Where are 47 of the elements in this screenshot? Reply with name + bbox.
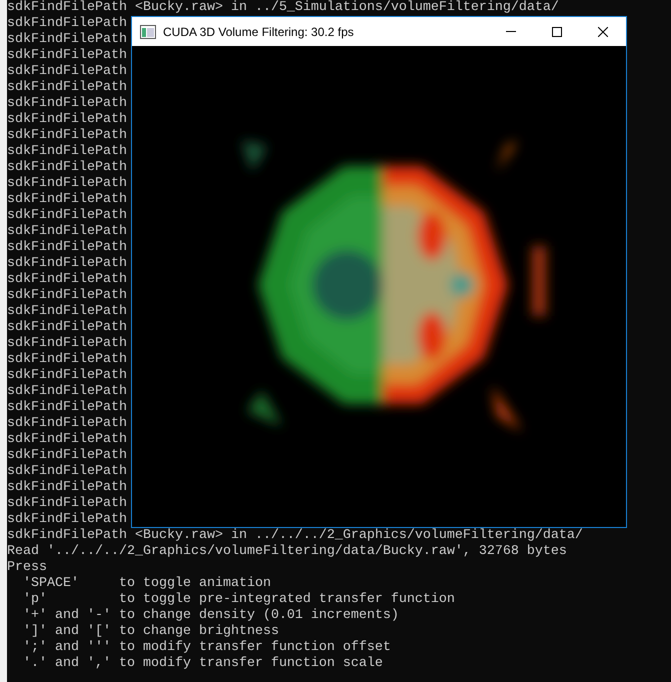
console-line: Press — [7, 560, 47, 576]
console-line: sdkFindFilePath — [7, 320, 127, 336]
console-line: sdkFindFilePath — [7, 272, 127, 288]
console-line: sdkFindFilePath — [7, 80, 127, 96]
close-icon — [598, 26, 608, 36]
console-line: sdkFindFilePath — [7, 448, 127, 464]
console-line: sdkFindFilePath — [7, 304, 127, 320]
console-line: sdkFindFilePath — [7, 32, 127, 48]
console-line: sdkFindFilePath — [7, 192, 127, 208]
console-line: sdkFindFilePath — [7, 16, 127, 32]
console-line: sdkFindFilePath — [7, 112, 127, 128]
console-line: '.' and ',' to modify transfer function scale — [22, 656, 383, 672]
console-line: sdkFindFilePath — [7, 480, 127, 496]
console-line: sdkFindFilePath — [7, 512, 127, 528]
console-line: 'p' to toggle pre-integrated transfer function — [22, 592, 455, 608]
console-line: sdkFindFilePath — [7, 160, 127, 176]
console-line: sdkFindFilePath — [7, 48, 127, 64]
console-line: sdkFindFilePath — [7, 496, 127, 512]
console-line: sdkFindFilePath — [7, 176, 127, 192]
window-title: CUDA 3D Volume Filtering: 30.2 fps — [163, 24, 355, 38]
console-line: sdkFindFilePath — [7, 208, 127, 224]
console-line: ';' and ''' to modify transfer function offset — [22, 640, 391, 656]
console-line: sdkFindFilePath — [7, 144, 127, 160]
console-line: 'SPACE' to toggle animation — [22, 576, 271, 592]
console-line: '+' and '-' to change density (0.01 increments) — [22, 608, 399, 624]
console-line: sdkFindFilePath — [7, 128, 127, 144]
minimize-icon — [506, 31, 516, 32]
console-line: sdkFindFilePath — [7, 288, 127, 304]
console-line: sdkFindFilePath — [7, 224, 127, 240]
console-line: sdkFindFilePath — [7, 368, 127, 384]
console-line: sdkFindFilePath — [7, 96, 127, 112]
console-line: sdkFindFilePath — [7, 256, 127, 272]
console-line: sdkFindFilePath — [7, 352, 127, 368]
console-line: sdkFindFilePath — [7, 336, 127, 352]
maximize-icon — [552, 26, 562, 36]
console-line: sdkFindFilePath — [7, 432, 127, 448]
console-line: ']' and '[' to change brightness — [22, 624, 279, 640]
app-icon — [140, 24, 156, 38]
console-line: sdkFindFilePath — [7, 400, 127, 416]
console-line: sdkFindFilePath <Bucky.raw> in ../../../2_Graphics/volumeFiltering/data/ — [7, 528, 583, 544]
console-line: sdkFindFilePath <Bucky.raw> in ../5_Simulations/volumeFiltering/data/ — [7, 0, 559, 16]
console-line: Read '../../../2_Graphics/volumeFiltering/data/Bucky.raw', 32768 bytes — [7, 544, 567, 560]
console-line: sdkFindFilePath — [7, 384, 127, 400]
console-line: sdkFindFilePath — [7, 464, 127, 480]
console-line: sdkFindFilePath — [7, 64, 127, 80]
console-line: sdkFindFilePath — [7, 240, 127, 256]
console-line: sdkFindFilePath — [7, 416, 127, 432]
